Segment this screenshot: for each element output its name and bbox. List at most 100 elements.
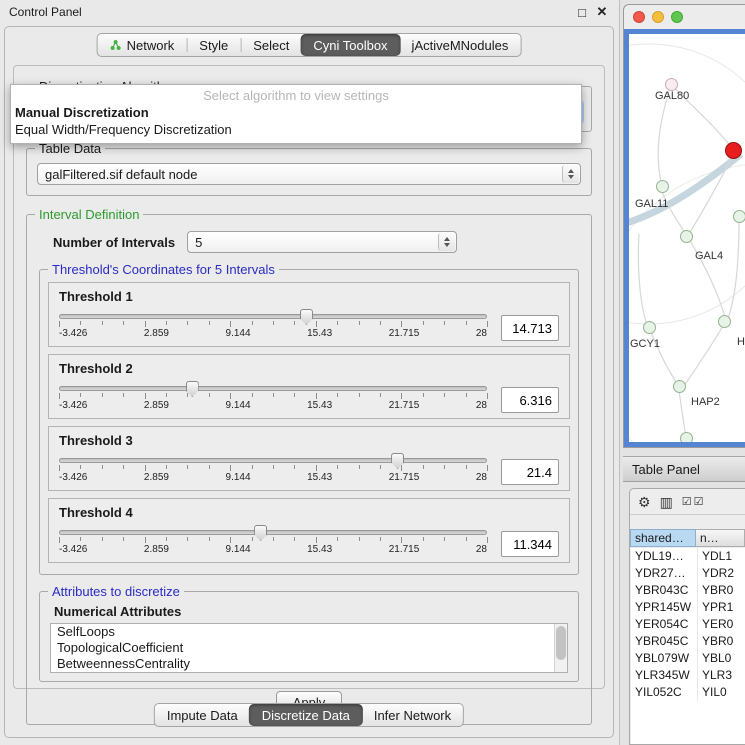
column-header-name[interactable]: n… xyxy=(696,529,745,547)
table-row[interactable]: YLR345WYLR3 xyxy=(631,667,745,684)
table-row[interactable]: YDR27…YDR2 xyxy=(631,565,745,582)
select-all-checkbox-icon[interactable]: ☑ xyxy=(682,495,692,509)
network-node[interactable] xyxy=(718,315,731,328)
table-row[interactable]: YBR043CYBR0 xyxy=(631,582,745,599)
table-row[interactable]: YPR145WYPR1 xyxy=(631,599,745,616)
threshold-slider[interactable]: -3.4262.8599.14415.4321.71528 xyxy=(59,451,487,483)
tab-cyni-toolbox[interactable]: Cyni Toolbox xyxy=(300,34,400,56)
algorithm-popup: Select algorithm to view settings Manual… xyxy=(10,84,582,144)
threshold-value-input[interactable] xyxy=(501,315,559,341)
threshold-value-input[interactable] xyxy=(501,387,559,413)
table-data-combobox-value: galFiltered.sif default node xyxy=(45,167,197,182)
tab-style[interactable]: Style xyxy=(187,34,240,56)
network-node[interactable] xyxy=(673,380,686,393)
tick-label: 9.144 xyxy=(226,400,251,411)
cell-shared-name: YBR043C xyxy=(631,582,697,599)
combo-stepper[interactable] xyxy=(562,165,579,183)
scrollbar-thumb[interactable] xyxy=(556,626,566,660)
threshold-row-1: Threshold 1 -3.4262.8599.14415.4321.7152… xyxy=(48,282,570,347)
cell-name: YBR0 xyxy=(697,633,745,650)
bottom-tab-impute-data[interactable]: Impute Data xyxy=(155,704,250,726)
node-label: GAL80 xyxy=(655,90,689,102)
columns-icon[interactable]: ▥ xyxy=(660,495,673,509)
threshold-value-input[interactable] xyxy=(501,531,559,557)
table-toolbar: ⚙ ▥ ☑ ☑ xyxy=(630,489,745,515)
list-item[interactable]: BetweennessCentrality xyxy=(51,656,567,672)
table-row[interactable]: YBL079WYBL0 xyxy=(631,650,745,667)
table-row[interactable]: YIL052CYIL0 xyxy=(631,684,745,701)
cell-shared-name: YBR045C xyxy=(631,633,697,650)
gear-icon[interactable]: ⚙ xyxy=(638,495,651,509)
network-node[interactable] xyxy=(643,321,656,334)
table-window: ⚙ ▥ ☑ ☑ shared… n… YDL19…YDL1 YDR27…YDR2… xyxy=(629,488,745,745)
threshold-slider[interactable]: -3.4262.8599.14415.4321.71528 xyxy=(59,379,487,411)
tick-label: 9.144 xyxy=(226,328,251,339)
slider-ticks xyxy=(59,393,487,399)
network-node[interactable] xyxy=(680,230,693,243)
tick-label: -3.426 xyxy=(59,400,87,411)
tab-label: jActiveMNodules xyxy=(412,38,509,53)
traffic-light-minimize-icon[interactable] xyxy=(652,11,664,23)
column-header-shared-name[interactable]: shared… xyxy=(630,529,696,547)
node-label: H xyxy=(737,336,745,348)
tab-label: Network xyxy=(127,38,175,53)
network-node[interactable] xyxy=(680,432,693,445)
table-row[interactable]: YER054CYER0 xyxy=(631,616,745,633)
attributes-group-legend: Attributes to discretize xyxy=(48,584,184,599)
popup-option-equal-width-frequency[interactable]: Equal Width/Frequency Discretization xyxy=(11,121,581,138)
float-window-icon[interactable]: □ xyxy=(574,5,590,20)
table-row[interactable]: YBR045CYBR0 xyxy=(631,633,745,650)
network-canvas[interactable]: GAL80 GAL11 GAL4 GCY1 HAP2 H xyxy=(624,29,745,447)
traffic-light-close-icon[interactable] xyxy=(633,11,645,23)
node-label: HAP2 xyxy=(691,396,720,408)
select-columns-checkbox-icon[interactable]: ☑ xyxy=(694,495,704,509)
tick-label: 9.144 xyxy=(226,544,251,555)
number-of-intervals-combobox[interactable]: 5 xyxy=(187,231,457,253)
threshold-value-input[interactable] xyxy=(501,459,559,485)
tick-label: 15.43 xyxy=(307,400,332,411)
tab-label: Infer Network xyxy=(374,708,451,723)
cell-name: YDL1 xyxy=(697,548,745,565)
network-node[interactable] xyxy=(733,210,745,223)
tab-jactivemnodules[interactable]: jActiveMNodules xyxy=(400,34,521,56)
list-item[interactable]: TopologicalCoefficient xyxy=(51,640,567,656)
number-of-intervals-value: 5 xyxy=(195,235,202,250)
popup-option-manual-discretization[interactable]: Manual Discretization xyxy=(11,104,581,121)
bottom-tab-infer-network[interactable]: Infer Network xyxy=(362,704,463,726)
cell-name: YBR0 xyxy=(697,582,745,599)
tab-label: Impute Data xyxy=(167,708,238,723)
table-panel-bar: Table Panel xyxy=(623,456,745,482)
list-item[interactable]: SelfLoops xyxy=(51,624,567,640)
listbox-scrollbar[interactable] xyxy=(554,624,567,672)
slider-track[interactable] xyxy=(59,314,487,319)
tab-network[interactable]: Network xyxy=(98,34,187,56)
popup-hint: Select algorithm to view settings xyxy=(11,87,581,104)
combo-stepper[interactable] xyxy=(438,233,455,251)
attributes-listbox[interactable]: SelfLoops TopologicalCoefficient Between… xyxy=(50,623,568,673)
slider-track[interactable] xyxy=(59,530,487,535)
slider-track[interactable] xyxy=(59,458,487,463)
table-row[interactable]: YDL19…YDL1 xyxy=(631,548,745,565)
network-node-selected[interactable] xyxy=(725,142,742,159)
table-data-combobox[interactable]: galFiltered.sif default node xyxy=(37,163,581,185)
cell-shared-name: YDL19… xyxy=(631,548,697,565)
tick-label: 28 xyxy=(476,328,487,339)
threshold-row-3: Threshold 3 -3.4262.8599.14415.4321.7152… xyxy=(48,426,570,491)
tick-label: -3.426 xyxy=(59,472,87,483)
slider-track[interactable] xyxy=(59,386,487,391)
traffic-light-zoom-icon[interactable] xyxy=(671,11,683,23)
cyni-settings-box: Discretization Algorithm Table Data galF… xyxy=(13,65,605,689)
network-node[interactable] xyxy=(656,180,669,193)
attributes-group: Attributes to discretize Numerical Attri… xyxy=(39,591,579,682)
cell-shared-name: YLR345W xyxy=(631,667,697,684)
bottom-tab-discretize-data[interactable]: Discretize Data xyxy=(249,704,363,726)
thresholds-group-legend: Threshold's Coordinates for 5 Intervals xyxy=(48,262,279,277)
tick-label: -3.426 xyxy=(59,544,87,555)
threshold-slider[interactable]: -3.4262.8599.14415.4321.71528 xyxy=(59,523,487,555)
tick-label: 21.715 xyxy=(389,472,420,483)
tick-label: 2.859 xyxy=(144,400,169,411)
threshold-slider[interactable]: -3.4262.8599.14415.4321.71528 xyxy=(59,307,487,339)
tab-select[interactable]: Select xyxy=(241,34,301,56)
close-icon[interactable]: ✕ xyxy=(594,4,610,20)
cell-name: YBL0 xyxy=(697,650,745,667)
